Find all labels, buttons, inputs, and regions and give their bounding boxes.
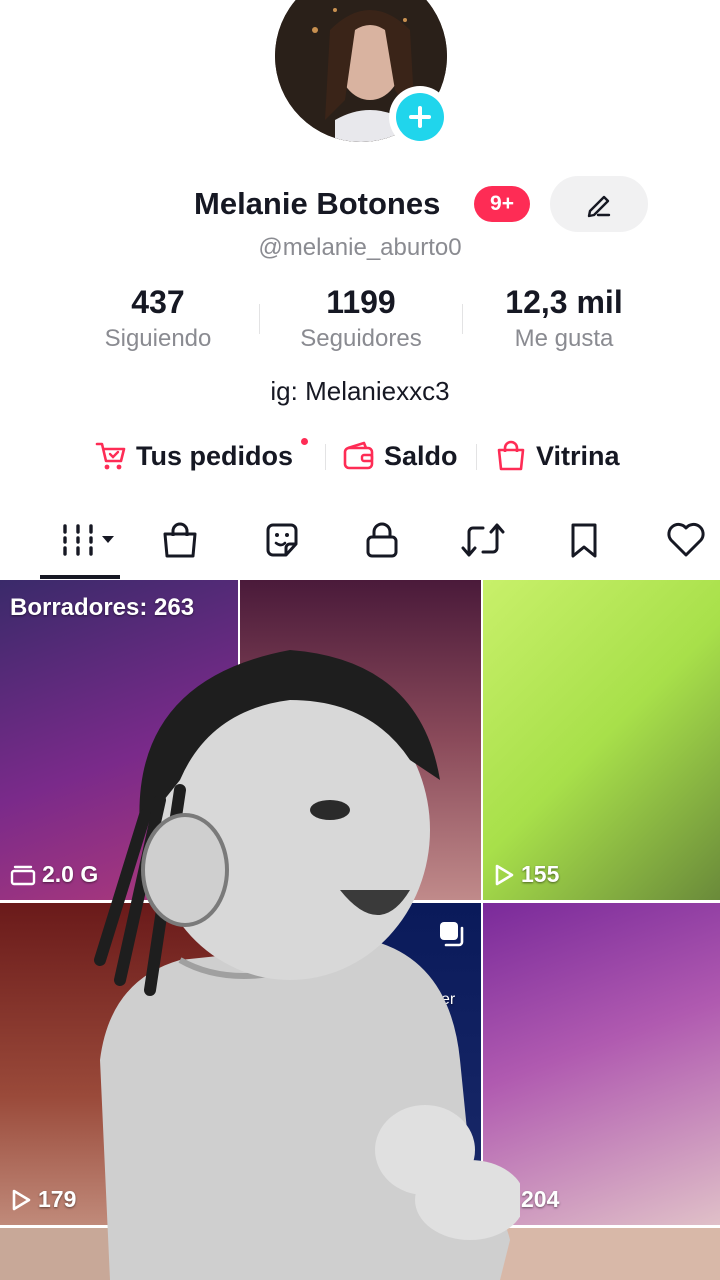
play-icon bbox=[495, 1189, 514, 1210]
shopping-bag-icon bbox=[497, 440, 525, 471]
video-thumbnail[interactable]: ser bbox=[240, 903, 481, 1225]
video-views: 155 bbox=[493, 861, 559, 888]
drafts-views-value: 2.0 G bbox=[42, 861, 99, 887]
stat-likes[interactable]: 12,3 mil Me gusta bbox=[495, 284, 633, 353]
showcase-link[interactable]: Vitrina bbox=[494, 436, 620, 476]
stat-label: Siguiendo bbox=[104, 325, 212, 352]
divider bbox=[476, 444, 477, 470]
add-follow-button[interactable] bbox=[389, 86, 451, 148]
orders-notification-dot bbox=[301, 438, 308, 445]
pencil-icon bbox=[587, 195, 611, 218]
video-grid: Borradores: 263 2.0 G 155 179 ser 204 bbox=[0, 580, 720, 1280]
profile-stats: 437 Siguiendo 1199 Seguidores 12,3 mil M… bbox=[0, 284, 720, 364]
views-count: 204 bbox=[521, 1186, 560, 1212]
stat-label: Me gusta bbox=[514, 325, 614, 352]
balance-label: Saldo bbox=[384, 440, 458, 471]
tab-private[interactable] bbox=[354, 512, 410, 568]
video-thumbnail[interactable] bbox=[240, 1228, 481, 1280]
cart-icon bbox=[95, 442, 126, 470]
tab-liked[interactable] bbox=[658, 512, 714, 568]
stat-followers[interactable]: 1199 Seguidores bbox=[290, 284, 432, 353]
profile-avatar-container[interactable] bbox=[275, 0, 451, 148]
video-thumbnail[interactable]: 204 bbox=[483, 903, 720, 1225]
multi-photo-icon bbox=[437, 919, 467, 954]
video-thumbnail[interactable] bbox=[240, 580, 481, 900]
stat-value: 437 bbox=[131, 284, 185, 320]
video-thumbnail[interactable] bbox=[0, 1228, 238, 1280]
divider bbox=[325, 444, 326, 470]
heart-icon bbox=[667, 522, 705, 557]
views-count: 179 bbox=[38, 1186, 77, 1212]
tab-stickers[interactable] bbox=[254, 512, 310, 568]
lock-icon bbox=[366, 522, 398, 558]
wallet-icon bbox=[343, 441, 374, 470]
stat-value: 1199 bbox=[326, 284, 396, 320]
profile-bio: ig: Melaniexxc3 bbox=[270, 376, 450, 406]
video-thumbnail[interactable]: 179 bbox=[0, 903, 238, 1225]
tab-videos[interactable] bbox=[56, 512, 120, 568]
shopping-bag-icon bbox=[163, 522, 197, 558]
thumbnail-caption: ser bbox=[433, 991, 456, 1008]
stat-label: Seguidores bbox=[300, 325, 422, 352]
active-tab-indicator bbox=[40, 575, 120, 579]
drafts-cell[interactable]: Borradores: 263 2.0 G bbox=[0, 580, 238, 900]
bookmark-icon bbox=[571, 523, 597, 558]
showcase-label: Vitrina bbox=[536, 440, 620, 471]
tab-favorites[interactable] bbox=[556, 512, 612, 568]
profile-tabs bbox=[0, 512, 720, 580]
video-thumbnail[interactable]: 155 bbox=[483, 580, 720, 900]
edit-profile-button[interactable] bbox=[550, 176, 648, 232]
drafts-views: 2.0 G bbox=[10, 861, 98, 888]
orders-label: Tus pedidos bbox=[136, 440, 294, 471]
play-icon bbox=[495, 864, 514, 885]
sticker-icon bbox=[266, 523, 298, 557]
balance-link[interactable]: Saldo bbox=[342, 436, 458, 476]
video-views: 204 bbox=[493, 1186, 559, 1213]
profile-name: Melanie Botones bbox=[194, 186, 441, 221]
play-icon bbox=[12, 1189, 31, 1210]
divider bbox=[259, 304, 260, 334]
divider bbox=[462, 304, 463, 334]
tab-reposts[interactable] bbox=[455, 512, 511, 568]
views-count: 155 bbox=[521, 861, 560, 887]
grid-dropdown-icon bbox=[63, 524, 114, 556]
quick-links: Tus pedidos Saldo Vitrina bbox=[0, 436, 720, 480]
stat-following[interactable]: 437 Siguiendo bbox=[97, 284, 219, 353]
profile-handle: @melanie_aburto0 bbox=[258, 234, 462, 261]
notification-badge[interactable]: 9+ bbox=[474, 186, 530, 222]
drafts-icon bbox=[10, 865, 36, 885]
stat-value: 12,3 mil bbox=[505, 284, 623, 320]
plus-icon bbox=[409, 106, 431, 128]
drafts-label: Borradores: 263 bbox=[10, 594, 195, 621]
video-views: 179 bbox=[10, 1186, 76, 1213]
name-row: Melanie Botones 9+ bbox=[0, 176, 720, 232]
video-thumbnail[interactable] bbox=[483, 1228, 720, 1280]
repost-icon bbox=[461, 523, 505, 557]
orders-link[interactable]: Tus pedidos bbox=[94, 436, 293, 476]
tab-shop[interactable] bbox=[152, 512, 208, 568]
